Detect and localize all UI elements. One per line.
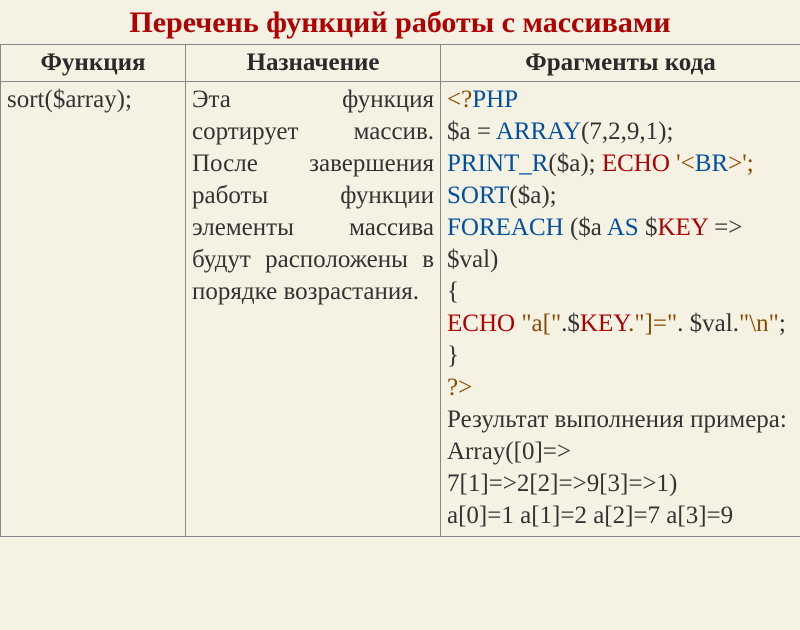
code-str: '< xyxy=(670,150,695,177)
functions-table: Функция Назначение Фрагменты кода sort($… xyxy=(0,44,800,537)
slide: Перечень функций работы с массивами Функ… xyxy=(0,0,800,630)
header-function: Функция xyxy=(1,45,186,82)
code-kw-php: PHP xyxy=(472,86,518,113)
code-kw-printr: PRINT_R xyxy=(447,150,548,177)
result-line-2: a[0]=1 a[1]=2 a[2]=7 a[3]=9 xyxy=(447,502,733,529)
slide-title: Перечень функций работы с массивами xyxy=(0,0,800,44)
code-kw-key: KEY xyxy=(580,310,628,337)
code-text: . $val. xyxy=(677,310,739,337)
cell-function: sort($array); xyxy=(1,82,186,537)
code-kw-br: BR xyxy=(695,150,728,177)
code-text: ; xyxy=(779,310,786,337)
code-str: "a[" xyxy=(515,310,561,337)
code-text: ($a xyxy=(564,214,607,241)
code-text: ($a); xyxy=(509,182,556,209)
cell-description: Эта функция сортирует массив. После заве… xyxy=(186,82,441,537)
code-brace-close: } xyxy=(447,342,459,369)
code-text: .$ xyxy=(561,310,580,337)
code-tag-open: <? xyxy=(447,86,472,113)
table-row: sort($array); Эта функция сортирует масс… xyxy=(1,82,800,537)
code-text: $a = xyxy=(447,118,496,145)
code-kw-sort: SORT xyxy=(447,182,509,209)
code-tag-close: ?> xyxy=(447,374,472,401)
header-code: Фрагменты кода xyxy=(441,45,800,82)
code-str: "\n" xyxy=(739,310,779,337)
code-kw-as: AS xyxy=(607,214,639,241)
table-header-row: Функция Назначение Фрагменты кода xyxy=(1,45,800,82)
cell-code: <?PHP $a = ARRAY(7,2,9,1); PRINT_R($a); … xyxy=(441,82,800,537)
result-line-1: Array([0]=> 7[1]=>2[2]=>9[3]=>1) xyxy=(447,438,677,497)
code-text: ($a); xyxy=(548,150,601,177)
code-kw-foreach: FOREACH xyxy=(447,214,564,241)
code-kw-key: KEY xyxy=(657,214,707,241)
code-text: (7,2,9,1); xyxy=(581,118,673,145)
result-label: Результат выполнения примера: xyxy=(447,406,787,433)
code-str: ."]=" xyxy=(628,310,677,337)
code-kw-echo: ECHO xyxy=(447,310,515,337)
code-str: >'; xyxy=(728,150,754,177)
code-text: $ xyxy=(639,214,658,241)
code-kw-array: ARRAY xyxy=(496,118,581,145)
code-kw-echo: ECHO xyxy=(602,150,670,177)
header-description: Назначение xyxy=(186,45,441,82)
code-brace-open: { xyxy=(447,278,459,305)
